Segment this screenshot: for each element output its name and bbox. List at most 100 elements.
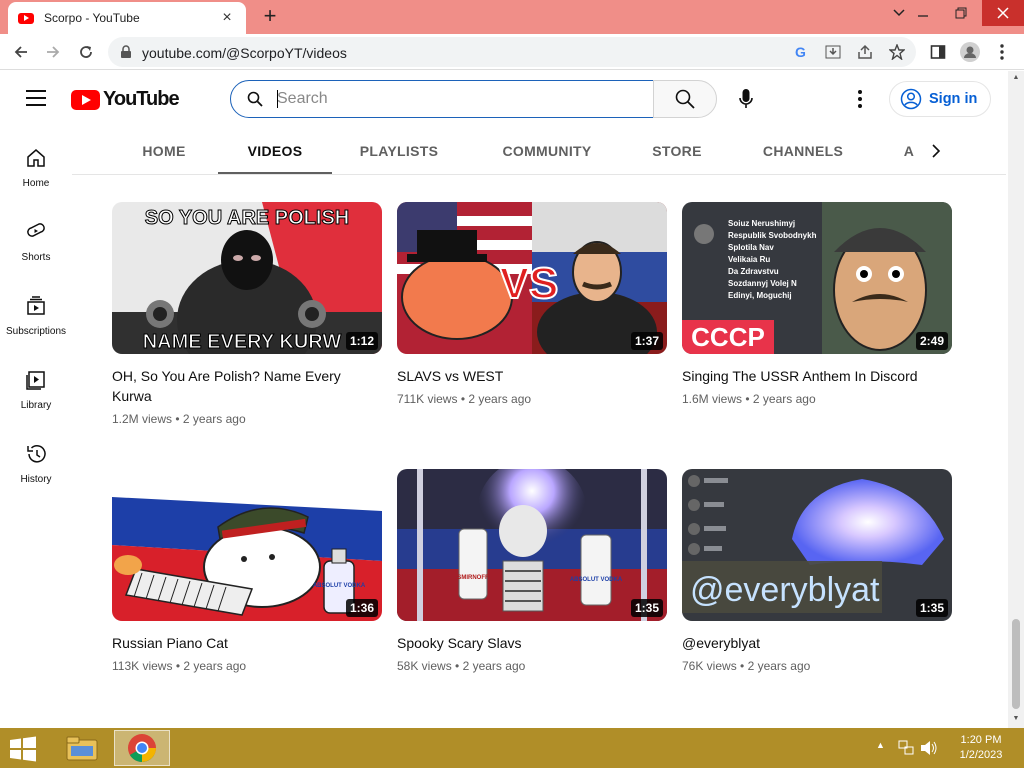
settings-menu-button[interactable]	[848, 87, 872, 111]
share-icon[interactable]	[856, 43, 874, 61]
text-caret	[277, 90, 278, 108]
video-views: 113K views	[112, 659, 173, 673]
youtube-favicon-icon	[18, 12, 34, 24]
close-window-button[interactable]	[982, 0, 1024, 26]
browser-menu-button[interactable]	[990, 40, 1014, 64]
tab-videos[interactable]: VIDEOS	[218, 127, 332, 174]
browser-tab[interactable]: Scorpo - YouTube ×	[8, 2, 246, 34]
scrollbar-thumb[interactable]	[1012, 619, 1020, 709]
install-app-icon[interactable]	[824, 43, 842, 61]
video-card[interactable]: SMIRNOFF ABSOLUT VODKA 1:35 Spooky Scary…	[397, 469, 667, 673]
side-panel-icon	[930, 45, 946, 59]
video-views: 58K views	[397, 659, 452, 673]
back-button[interactable]	[8, 40, 34, 64]
thumbnail-image: VS	[397, 202, 667, 354]
arrow-left-icon	[14, 46, 27, 58]
video-title[interactable]: Spooky Scary Slavs	[397, 633, 637, 653]
address-bar[interactable]: youtube.com/@ScorpoYT/videos G	[108, 37, 916, 67]
tab-community[interactable]: COMMUNITY	[492, 127, 602, 174]
scroll-up-arrow-icon[interactable]: ▲	[1012, 74, 1020, 81]
profile-button[interactable]	[958, 40, 982, 64]
guide-item-shorts[interactable]: Shorts	[0, 201, 72, 271]
tab-close-button[interactable]: ×	[218, 9, 236, 27]
bookmark-star-icon[interactable]	[888, 43, 906, 61]
lock-icon	[121, 45, 131, 58]
reload-button[interactable]	[73, 40, 99, 64]
tabs-scroll-right-button[interactable]	[924, 139, 948, 163]
video-thumbnail[interactable]: SO YOU ARE POLISH NAME EVERY KURW 1:12	[112, 202, 382, 354]
guide-item-history[interactable]: History	[0, 423, 72, 493]
video-thumbnail[interactable]: VS 1:37	[397, 202, 667, 354]
video-title[interactable]: SLAVS vs WEST	[397, 366, 637, 386]
forward-button[interactable]	[40, 40, 66, 64]
video-age: 2 years ago	[183, 659, 247, 673]
video-card[interactable]: VS 1:37 SLAVS vs WEST 711K views • 2 yea…	[397, 202, 667, 406]
scroll-down-arrow-icon[interactable]: ▼	[1012, 715, 1020, 722]
video-card[interactable]: SO YOU ARE POLISH NAME EVERY KURW 1:12 O…	[112, 202, 382, 426]
thumbnail-caption: CCCP	[691, 322, 765, 352]
url-text: youtube.com/@ScorpoYT/videos	[142, 45, 347, 61]
thumbnail-caption: @everyblyat	[690, 571, 880, 609]
guide-item-subscriptions[interactable]: Subscriptions	[0, 275, 72, 345]
account-circle-icon	[900, 88, 922, 110]
search-button[interactable]	[653, 80, 717, 118]
video-card[interactable]: Soiuz Nerushimyj Respublik Svobodnykh Sp…	[682, 202, 952, 406]
page-scrollbar[interactable]: ▲ ▼	[1008, 71, 1024, 728]
video-title[interactable]: Singing The USSR Anthem In Discord	[682, 366, 922, 386]
video-title[interactable]: OH, So You Are Polish? Name Every Kurwa	[112, 366, 352, 406]
tab-home[interactable]: HOME	[128, 127, 200, 174]
guide-item-library[interactable]: Library	[0, 349, 72, 419]
guide-menu-icon[interactable]	[26, 90, 46, 106]
shorts-icon	[27, 223, 45, 237]
google-icon[interactable]: G	[792, 43, 810, 61]
taskbar-chrome[interactable]	[114, 730, 170, 766]
video-title[interactable]: Russian Piano Cat	[112, 633, 352, 653]
reload-icon	[80, 46, 92, 58]
mini-guide: Home Shorts Subscriptions Library Histor…	[0, 127, 72, 727]
tab-playlists[interactable]: PLAYLISTS	[352, 127, 446, 174]
new-tab-button[interactable]: +	[256, 4, 284, 30]
close-icon	[997, 7, 1009, 19]
volume-icon[interactable]	[920, 740, 938, 756]
taskbar-file-explorer[interactable]	[54, 730, 110, 766]
chevron-right-icon	[932, 144, 941, 158]
thumbnail-image: SMIRNOFF ABSOLUT VODKA	[397, 469, 667, 621]
show-hidden-icons-button[interactable]: ▲	[876, 740, 885, 750]
thumbnail-caption: VS	[500, 259, 559, 308]
video-views: 1.2M views	[112, 412, 173, 426]
guide-label-history: History	[20, 474, 52, 485]
minimize-button[interactable]	[904, 0, 942, 26]
video-card[interactable]: ABSOLUT VODKA 1:36 Russian Piano Cat 113…	[112, 469, 382, 673]
thumbnail-caption-top: SO YOU ARE POLISH	[145, 207, 349, 229]
minimize-icon	[918, 15, 928, 17]
video-age: 2 years ago	[747, 659, 811, 673]
video-thumbnail[interactable]: Soiuz Nerushimyj Respublik Svobodnykh Sp…	[682, 202, 952, 354]
side-panel-button[interactable]	[926, 40, 950, 64]
video-thumbnail[interactable]: SMIRNOFF ABSOLUT VODKA 1:35	[397, 469, 667, 621]
search-input[interactable]	[277, 87, 637, 111]
start-button[interactable]	[8, 736, 40, 762]
tab-channels[interactable]: CHANNELS	[756, 127, 850, 174]
video-duration: 1:35	[630, 599, 663, 617]
network-icon[interactable]	[898, 740, 914, 756]
video-thumbnail[interactable]: @everyblyat 1:35	[682, 469, 952, 621]
sign-in-button[interactable]: Sign in	[889, 81, 991, 117]
video-card[interactable]: @everyblyat 1:35 @everyblyat 76K views •…	[682, 469, 952, 673]
restore-button[interactable]	[942, 0, 980, 26]
system-clock[interactable]: 1:20 PM 1/2/2023	[950, 733, 1012, 763]
youtube-logo[interactable]: YouTube	[71, 88, 180, 111]
video-thumbnail[interactable]: ABSOLUT VODKA 1:36	[112, 469, 382, 621]
tab-store[interactable]: STORE	[648, 127, 706, 174]
video-title[interactable]: @everyblyat	[682, 633, 922, 653]
video-metadata: 1.6M views • 2 years ago	[682, 392, 816, 406]
voice-search-button[interactable]	[727, 80, 765, 118]
guide-item-home[interactable]: Home	[0, 127, 72, 197]
search-box[interactable]	[230, 80, 654, 118]
svg-text:G: G	[795, 45, 806, 59]
tab-title: Scorpo - YouTube	[44, 11, 140, 25]
guide-label-subscriptions: Subscriptions	[5, 326, 67, 337]
browser-toolbar: youtube.com/@ScorpoYT/videos G	[0, 34, 1024, 70]
tab-about[interactable]: A	[902, 127, 916, 174]
sign-in-label: Sign in	[929, 91, 978, 107]
thumbnail-lyric-line: Velikaia Ru	[728, 255, 770, 264]
